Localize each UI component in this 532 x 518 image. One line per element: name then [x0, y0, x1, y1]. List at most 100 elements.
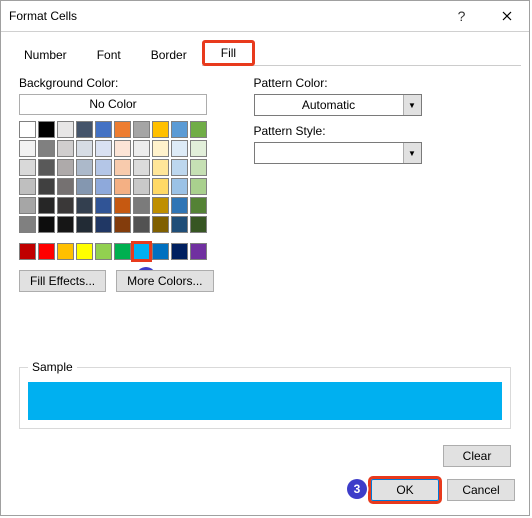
color-swatch[interactable] — [114, 121, 131, 138]
color-swatch[interactable] — [57, 159, 74, 176]
color-swatch[interactable] — [19, 121, 36, 138]
dialog-footer: 3 OK Cancel — [1, 479, 529, 515]
color-swatch[interactable] — [38, 243, 55, 260]
color-swatch[interactable] — [38, 121, 55, 138]
color-swatch[interactable] — [19, 216, 36, 233]
cancel-button[interactable]: Cancel — [447, 479, 515, 501]
pattern-color-select[interactable]: Automatic ▼ — [254, 94, 422, 116]
color-swatch[interactable] — [76, 216, 93, 233]
pattern-section: Pattern Color: Automatic ▼ Pattern Style… — [254, 76, 422, 292]
color-swatch[interactable] — [171, 121, 188, 138]
color-swatch[interactable] — [76, 121, 93, 138]
color-swatch[interactable] — [57, 216, 74, 233]
color-swatch[interactable] — [133, 140, 150, 157]
color-swatch[interactable] — [95, 159, 112, 176]
chevron-down-icon: ▼ — [403, 143, 421, 163]
color-swatch[interactable] — [190, 159, 207, 176]
color-swatch[interactable] — [190, 216, 207, 233]
color-swatch[interactable] — [171, 216, 188, 233]
color-swatch[interactable] — [57, 178, 74, 195]
color-swatch[interactable] — [57, 140, 74, 157]
color-swatch[interactable] — [133, 197, 150, 214]
color-swatch[interactable] — [114, 197, 131, 214]
ok-button[interactable]: OK — [371, 479, 439, 501]
color-swatch[interactable] — [133, 216, 150, 233]
tab-fill[interactable]: Fill — [202, 40, 255, 66]
color-swatch[interactable] — [133, 178, 150, 195]
dialog-body: Background Color: No Color 2 Fill Effect… — [1, 66, 529, 479]
color-swatch[interactable] — [76, 178, 93, 195]
no-color-button[interactable]: No Color — [19, 94, 207, 115]
color-swatch[interactable] — [133, 121, 150, 138]
titlebar: Format Cells ? — [1, 1, 529, 32]
background-color-section: Background Color: No Color 2 Fill Effect… — [19, 76, 214, 292]
color-swatch[interactable] — [38, 197, 55, 214]
pattern-style-select[interactable]: ▼ — [254, 142, 422, 164]
color-swatch[interactable] — [95, 216, 112, 233]
color-swatch[interactable] — [133, 243, 150, 260]
color-swatch[interactable] — [57, 197, 74, 214]
color-swatch[interactable] — [38, 178, 55, 195]
color-swatch[interactable] — [190, 197, 207, 214]
color-swatch[interactable] — [171, 140, 188, 157]
color-swatch[interactable] — [95, 178, 112, 195]
color-swatch[interactable] — [190, 243, 207, 260]
clear-button[interactable]: Clear — [443, 445, 511, 467]
pattern-color-value: Automatic — [255, 98, 403, 112]
sample-fieldset: Sample — [19, 360, 511, 429]
color-swatch[interactable] — [171, 243, 188, 260]
color-swatch[interactable] — [76, 140, 93, 157]
color-swatch[interactable] — [133, 159, 150, 176]
color-swatch[interactable] — [19, 140, 36, 157]
color-swatch[interactable] — [152, 140, 169, 157]
color-swatch[interactable] — [114, 243, 131, 260]
color-swatch[interactable] — [95, 197, 112, 214]
more-colors-button[interactable]: More Colors... — [116, 270, 213, 292]
color-swatch[interactable] — [190, 178, 207, 195]
background-color-label: Background Color: — [19, 76, 214, 90]
color-swatch[interactable] — [114, 216, 131, 233]
pattern-color-label: Pattern Color: — [254, 76, 422, 90]
sample-preview — [28, 382, 502, 420]
color-swatch[interactable] — [57, 121, 74, 138]
color-swatch[interactable] — [152, 159, 169, 176]
color-swatch[interactable] — [171, 197, 188, 214]
color-swatch[interactable] — [190, 121, 207, 138]
color-swatch[interactable] — [152, 216, 169, 233]
color-swatch[interactable] — [171, 159, 188, 176]
color-swatch[interactable] — [19, 178, 36, 195]
help-button[interactable]: ? — [439, 1, 484, 31]
color-swatch[interactable] — [152, 121, 169, 138]
color-swatch[interactable] — [76, 243, 93, 260]
color-swatch[interactable] — [76, 159, 93, 176]
color-swatch[interactable] — [38, 159, 55, 176]
color-swatch[interactable] — [114, 178, 131, 195]
tab-border[interactable]: Border — [136, 43, 202, 66]
color-swatch[interactable] — [114, 159, 131, 176]
color-swatch[interactable] — [190, 140, 207, 157]
color-swatch[interactable] — [114, 140, 131, 157]
standard-color-grid — [19, 243, 214, 260]
color-swatch[interactable] — [171, 178, 188, 195]
color-swatch[interactable] — [57, 243, 74, 260]
close-button[interactable] — [484, 1, 529, 31]
annotation-badge-3: 3 — [347, 479, 367, 499]
color-swatch[interactable] — [19, 159, 36, 176]
color-swatch[interactable] — [95, 121, 112, 138]
color-swatch[interactable] — [38, 140, 55, 157]
tab-font[interactable]: Font — [82, 43, 136, 66]
fill-effects-button[interactable]: Fill Effects... — [19, 270, 106, 292]
tab-number[interactable]: Number — [9, 43, 82, 66]
tab-strip: Number Font Border Fill 1 — [1, 32, 529, 66]
color-swatch[interactable] — [38, 216, 55, 233]
color-swatch[interactable] — [152, 197, 169, 214]
color-swatch[interactable] — [152, 178, 169, 195]
sample-legend: Sample — [28, 360, 77, 374]
color-swatch[interactable] — [76, 197, 93, 214]
color-swatch[interactable] — [95, 243, 112, 260]
color-swatch[interactable] — [19, 243, 36, 260]
pattern-style-label: Pattern Style: — [254, 124, 422, 138]
color-swatch[interactable] — [19, 197, 36, 214]
color-swatch[interactable] — [152, 243, 169, 260]
color-swatch[interactable] — [95, 140, 112, 157]
